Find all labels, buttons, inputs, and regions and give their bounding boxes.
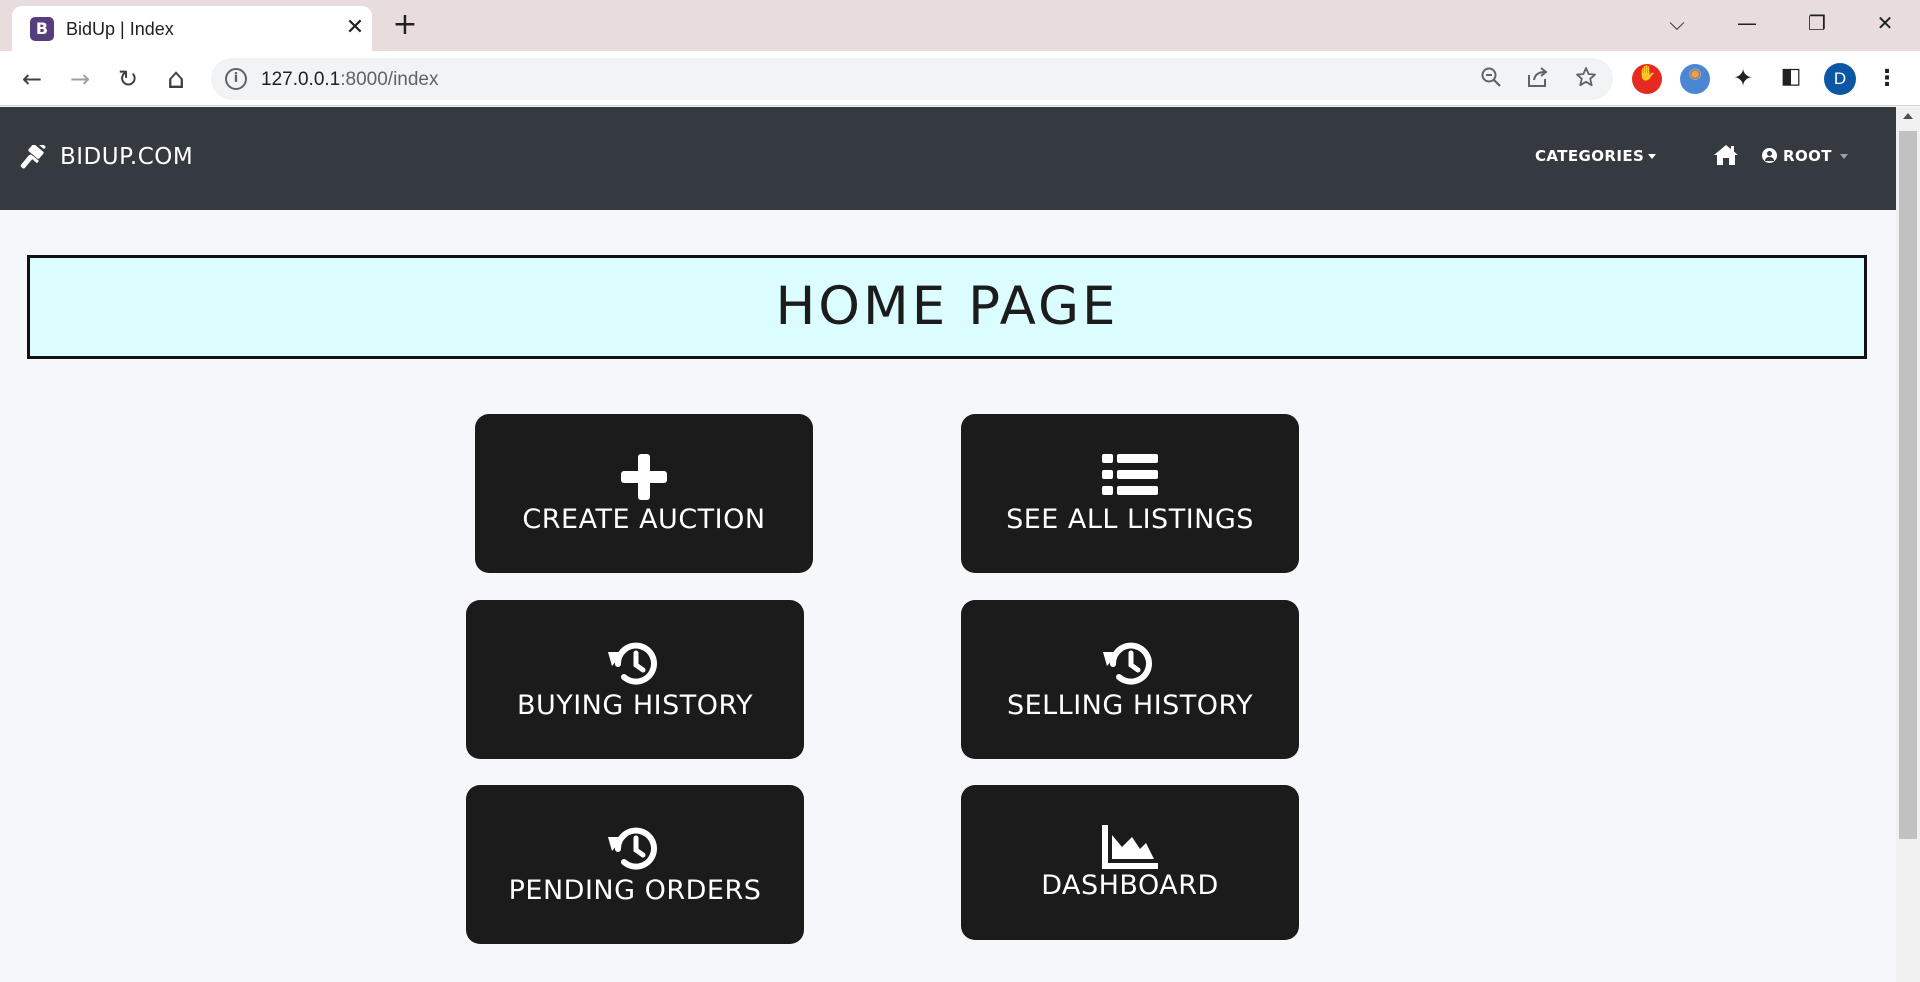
browser-tab-strip: B BidUp | Index ✕ + ⌵ — ❐ ✕ xyxy=(0,0,1920,51)
tab-search-icon[interactable]: ⌵ xyxy=(1657,8,1697,38)
user-name: ROOT xyxy=(1783,147,1832,165)
site-info-icon[interactable]: i xyxy=(225,68,247,90)
url-text[interactable]: 127.0.0.1:8000/index xyxy=(261,69,439,91)
history-icon xyxy=(466,638,804,688)
minimize-button[interactable]: — xyxy=(1727,8,1767,38)
history-icon xyxy=(961,638,1299,688)
bookmark-star-icon[interactable] xyxy=(1573,66,1599,92)
adblock-extension-icon[interactable]: ✋ xyxy=(1632,64,1662,94)
page-viewport: BIDUP.COM CATEGORIES ROOT HOME PAGE CREA… xyxy=(0,107,1896,982)
close-window-button[interactable]: ✕ xyxy=(1865,8,1905,38)
home-icon[interactable]: ⌂ xyxy=(159,62,193,96)
dashboard-button[interactable]: DASHBOARD xyxy=(961,785,1299,940)
profile-avatar[interactable]: D xyxy=(1824,63,1856,95)
forward-icon[interactable]: → xyxy=(63,62,97,96)
browser-toolbar: ← → ↻ ⌂ i 127.0.0.1:8000/index ✋ ◉ ✦ ◧ D… xyxy=(0,51,1920,106)
new-tab-button[interactable]: + xyxy=(390,10,420,40)
vertical-scrollbar[interactable] xyxy=(1896,107,1920,982)
categories-label: CATEGORIES xyxy=(1535,147,1645,165)
see-all-listings-button[interactable]: SEE ALL LISTINGS xyxy=(961,414,1299,573)
site-navbar: BIDUP.COM CATEGORIES ROOT xyxy=(0,107,1896,210)
reload-icon[interactable]: ↻ xyxy=(111,62,145,96)
buying-history-button[interactable]: BUYING HISTORY xyxy=(466,600,804,759)
list-icon xyxy=(961,452,1299,502)
url-host: 127.0.0.1 xyxy=(261,69,341,90)
user-dropdown[interactable]: ROOT xyxy=(1762,147,1848,165)
create-auction-label: CREATE AUCTION xyxy=(522,504,766,535)
side-panel-icon[interactable]: ◧ xyxy=(1776,64,1806,94)
restore-button[interactable]: ❐ xyxy=(1797,8,1837,38)
chevron-down-icon xyxy=(1839,154,1848,159)
gavel-icon xyxy=(20,145,46,169)
selling-history-button[interactable]: SELLING HISTORY xyxy=(961,600,1299,759)
bootstrap-favicon-icon: B xyxy=(30,17,54,41)
pending-orders-label: PENDING ORDERS xyxy=(508,875,762,906)
plus-icon xyxy=(475,452,813,502)
user-circle-icon xyxy=(1762,148,1777,163)
zoom-out-icon[interactable] xyxy=(1478,66,1504,92)
see-all-listings-label: SEE ALL LISTINGS xyxy=(1006,504,1254,535)
area-chart-icon xyxy=(961,825,1299,875)
selling-history-label: SELLING HISTORY xyxy=(1006,690,1254,721)
scrollbar-thumb[interactable] xyxy=(1899,131,1917,839)
extensions-puzzle-icon[interactable]: ✦ xyxy=(1728,64,1758,94)
dashboard-label: DASHBOARD xyxy=(1041,870,1219,901)
address-bar[interactable]: i 127.0.0.1:8000/index xyxy=(211,58,1613,100)
chevron-down-icon xyxy=(1648,154,1657,159)
tab-title: BidUp | Index xyxy=(66,19,174,39)
categories-dropdown[interactable]: CATEGORIES xyxy=(1535,147,1657,165)
page-title: HOME PAGE xyxy=(775,276,1119,337)
back-icon[interactable]: ← xyxy=(15,62,49,96)
browser-menu-icon[interactable]: ⋮ xyxy=(1872,63,1902,95)
pending-orders-button[interactable]: PENDING ORDERS xyxy=(466,785,804,944)
tab-close-icon[interactable]: ✕ xyxy=(341,14,369,42)
history-icon xyxy=(466,823,804,873)
brand-name: BIDUP.COM xyxy=(60,144,194,170)
extension-icon[interactable]: ◉ xyxy=(1680,64,1710,94)
home-nav-icon[interactable] xyxy=(1713,144,1739,166)
browser-tab[interactable]: B BidUp | Index ✕ xyxy=(12,6,372,51)
buying-history-label: BUYING HISTORY xyxy=(516,690,754,721)
share-icon[interactable] xyxy=(1525,66,1551,92)
url-path: :8000/index xyxy=(340,69,439,90)
scroll-up-arrow-icon[interactable] xyxy=(1903,113,1913,119)
create-auction-button[interactable]: CREATE AUCTION xyxy=(475,414,813,573)
page-title-banner: HOME PAGE xyxy=(27,255,1867,359)
